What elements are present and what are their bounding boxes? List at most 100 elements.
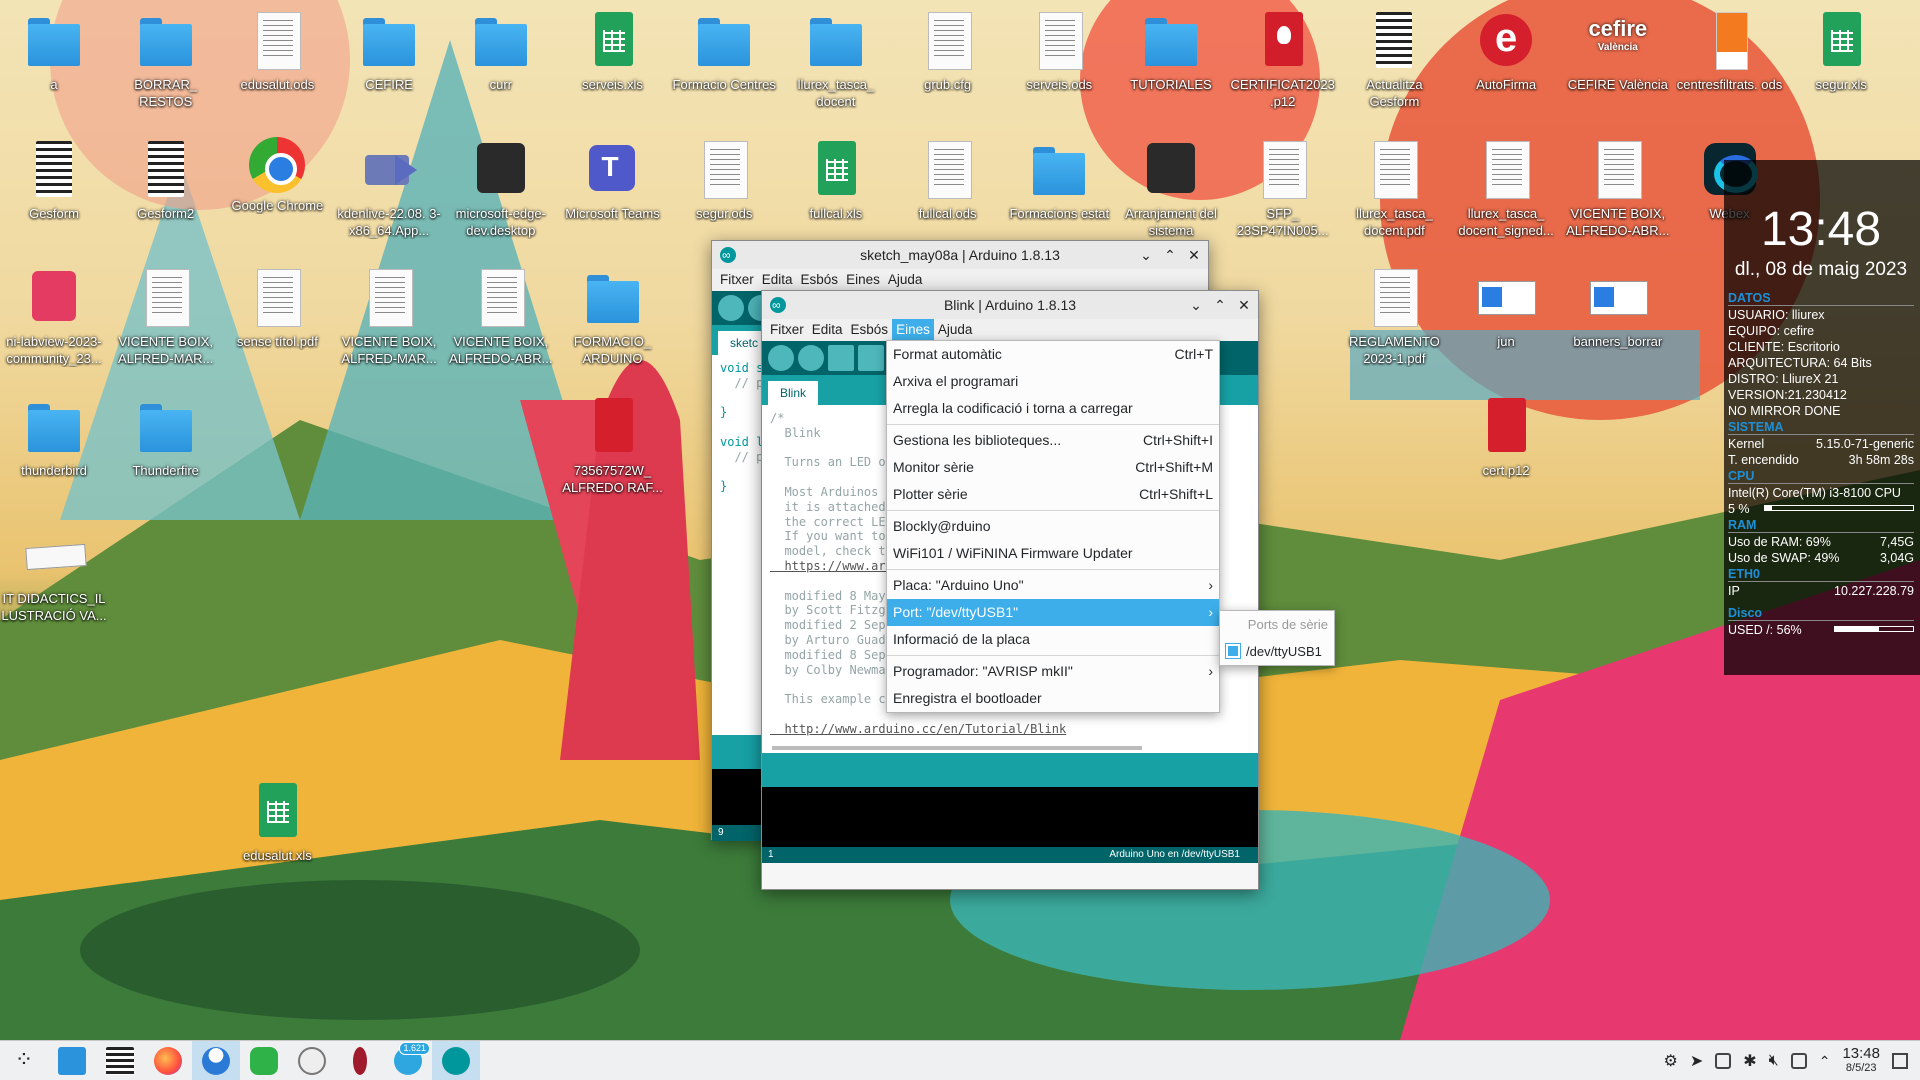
menu-item[interactable]: Gestiona les biblioteques... Ctrl+Shift+I (887, 427, 1219, 454)
desktop-icon[interactable]: BORRAR_ RESTOS (112, 8, 220, 110)
desktop-icon[interactable]: Actualitza Gesform (1340, 8, 1448, 110)
close-icon[interactable]: ✕ (1186, 241, 1202, 269)
desktop-icon[interactable]: Thunderfire (112, 394, 220, 479)
desktop-icon[interactable]: banners_borrar (1564, 265, 1672, 350)
desktop-icon[interactable]: a (0, 8, 108, 93)
menu-ajuda[interactable]: Ajuda (884, 269, 927, 291)
gesform-icon[interactable] (96, 1041, 144, 1080)
show-desktop-icon[interactable] (1892, 1053, 1908, 1069)
desktop-icon[interactable]: sense títol.pdf (223, 265, 331, 350)
menu-eines[interactable]: Eines (892, 319, 934, 341)
menu-fitxer[interactable]: Fitxer (766, 319, 808, 341)
clipboard-icon[interactable] (1715, 1053, 1732, 1069)
desktop-icon[interactable]: kdenlive-22.08. 3-x86_64.App... (335, 137, 443, 239)
desktop-icon[interactable]: IT DIDACTICS_IL LUSTRACIÓ VA... (0, 522, 108, 624)
desktop-icon[interactable]: CEFIRE (335, 8, 443, 93)
verify-icon[interactable] (718, 295, 744, 321)
telegram-tray-icon[interactable]: ➤ (1690, 1051, 1703, 1071)
network-icon[interactable] (1790, 1053, 1807, 1069)
desktop-icon[interactable]: serveis.xls (559, 8, 667, 93)
menu-item[interactable]: Port: "/dev/ttyUSB1" › (887, 599, 1219, 626)
close-icon[interactable]: ✕ (1236, 291, 1252, 319)
desktop-icon[interactable]: AutoFirma (1452, 8, 1560, 93)
desktop-icon[interactable]: cefire València CEFIRE València (1564, 8, 1672, 93)
menu-esbos[interactable]: Esbós (847, 319, 893, 341)
desktop-icon[interactable]: TUTORIALES (1117, 8, 1225, 93)
desktop-icon[interactable]: thunderbird (0, 394, 108, 479)
tab-blink[interactable]: Blink (768, 381, 819, 405)
menu-eines[interactable]: Eines (842, 269, 884, 291)
menu-item[interactable]: Arregla la codificació i torna a carrega… (887, 395, 1219, 422)
desktop-icon[interactable]: curr (447, 8, 555, 93)
taskbar-clock[interactable]: 13:48 8/5/23 (1842, 1046, 1880, 1075)
desktop-icon[interactable]: edusalut.ods (223, 8, 331, 93)
menu-esbos[interactable]: Esbós (797, 269, 843, 291)
checkbox-icon[interactable] (1225, 643, 1241, 659)
expand-tray-icon[interactable]: ⌃ (1819, 1053, 1831, 1070)
editor-hscrollbar[interactable] (762, 743, 1258, 753)
desktop-icon[interactable]: fullcal.xls (782, 137, 890, 222)
menu-item[interactable]: Format automàtic Ctrl+T (887, 341, 1219, 368)
desktop-icon[interactable]: ni-labview-2023- community_23... (0, 265, 108, 367)
desktop-icon[interactable]: VICENTE BOIX, ALFRED-MAR... (335, 265, 443, 367)
whatsapp-icon[interactable] (240, 1041, 288, 1080)
telegram-icon[interactable]: 1.621 (384, 1041, 432, 1080)
menu-item[interactable]: Placa: "Arduino Uno" › (887, 572, 1219, 599)
desktop-icon[interactable]: serveis.ods (1005, 8, 1113, 93)
port-option-ttyusb1[interactable]: /dev/ttyUSB1 (1220, 638, 1334, 665)
menu-fitxer[interactable]: Fitxer (716, 269, 758, 291)
desktop-icon[interactable]: 73567572W_ ALFREDO RAF... (559, 394, 667, 496)
thunderbird-icon[interactable] (192, 1040, 240, 1080)
desktop-icon[interactable]: FORMACIO_ ARDUINO (559, 265, 667, 367)
desktop-icon[interactable]: segur.xls (1787, 8, 1895, 93)
desktop-icon[interactable]: microsoft-edge- dev.desktop (447, 137, 555, 239)
gimp-icon[interactable] (288, 1041, 336, 1080)
desktop-icon[interactable]: SFP_ 23SP47IN005... (1229, 137, 1337, 239)
desktop-icon[interactable]: llurex_tasca_ docent_signed... (1452, 137, 1560, 239)
firefox-icon[interactable] (144, 1041, 192, 1080)
open-icon[interactable] (858, 345, 884, 371)
minimize-icon[interactable]: ⌄ (1188, 291, 1204, 319)
desktop-icon[interactable]: jun (1452, 265, 1560, 350)
upload-icon[interactable] (798, 345, 824, 371)
launcher-icon[interactable]: ⁘ (0, 1041, 48, 1080)
desktop-icon[interactable]: Google Chrome (223, 136, 331, 214)
desktop-icon[interactable]: edusalut.xls (223, 779, 331, 864)
desktop-icon[interactable]: VICENTE BOIX, ALFRED-MAR... (112, 265, 220, 367)
desktop-icon[interactable]: segur.ods (670, 137, 778, 222)
desktop-icon[interactable]: llurex_tasca_ docent.pdf (1340, 137, 1448, 239)
desktop-icon[interactable]: Gesform2 (112, 137, 220, 222)
verify-icon[interactable] (768, 345, 794, 371)
desktop-icon[interactable]: VICENTE BOIX, ALFREDO-ABR... (1564, 137, 1672, 239)
menu-item[interactable]: Programador: "AVRISP mkII" › (887, 658, 1219, 685)
arduino-icon[interactable] (432, 1040, 480, 1080)
desktop-icon[interactable]: CERTIFICAT2023 .p12 (1229, 8, 1337, 110)
desktop-icon[interactable]: Formacio Centres (670, 8, 778, 93)
menu-item[interactable]: Informació de la placa (887, 626, 1219, 653)
volume-muted-icon[interactable]: 🔇︎ (1769, 1052, 1779, 1070)
maximize-icon[interactable]: ⌃ (1212, 291, 1228, 319)
menu-item[interactable]: Plotter sèrie Ctrl+Shift+L (887, 481, 1219, 508)
update-icon[interactable]: ⚙ (1663, 1051, 1677, 1071)
file-manager-icon[interactable] (48, 1041, 96, 1080)
desktop-icon[interactable]: Gesform (0, 137, 108, 222)
desktop-icon[interactable]: REGLAMENTO 2023-1.pdf (1340, 265, 1448, 367)
maximize-icon[interactable]: ⌃ (1162, 241, 1178, 269)
desktop-icon[interactable]: Arranjament del sistema (1117, 137, 1225, 239)
desktop-icon[interactable]: Microsoft Teams (559, 137, 667, 222)
desktop-icon[interactable]: fullcal.ods (894, 137, 1002, 222)
minimize-icon[interactable]: ⌄ (1138, 241, 1154, 269)
menu-item[interactable]: WiFi101 / WiFiNINA Firmware Updater (887, 540, 1219, 567)
desktop-icon[interactable]: VICENTE BOIX, ALFREDO-ABR... (447, 265, 555, 367)
wine-icon[interactable] (336, 1041, 384, 1080)
sketch-window-titlebar[interactable]: sketch_may08a | Arduino 1.8.13 ⌄ ⌃ ✕ (712, 241, 1208, 269)
desktop-icon[interactable]: llurex_tasca_ docent (782, 8, 890, 110)
bluetooth-icon[interactable]: ✱ (1743, 1051, 1756, 1071)
desktop-icon[interactable]: grub.cfg (894, 8, 1002, 93)
menu-item[interactable]: Arxiva el programari (887, 368, 1219, 395)
menu-item[interactable]: Monitor sèrie Ctrl+Shift+M (887, 454, 1219, 481)
desktop-icon[interactable]: Formacions estat (1005, 137, 1113, 222)
desktop-icon[interactable]: cert.p12 (1452, 394, 1560, 479)
menu-edita[interactable]: Edita (808, 319, 847, 341)
desktop-icon[interactable]: centresfiltrats. ods (1676, 8, 1784, 93)
